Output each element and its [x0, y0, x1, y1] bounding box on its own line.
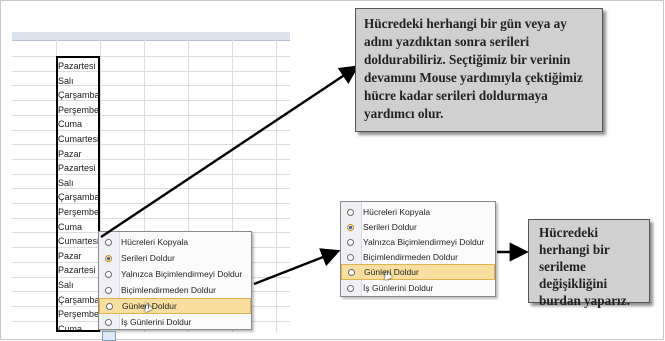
arrow-to-top-callout	[100, 65, 359, 238]
callout-right: Hücredeki herhangi bir serileme değişikl…	[528, 219, 650, 308]
callout-top: Hücredeki herhangi bir gün veya ay adını…	[355, 8, 603, 132]
arrow-to-zoomed-menu	[253, 248, 341, 286]
